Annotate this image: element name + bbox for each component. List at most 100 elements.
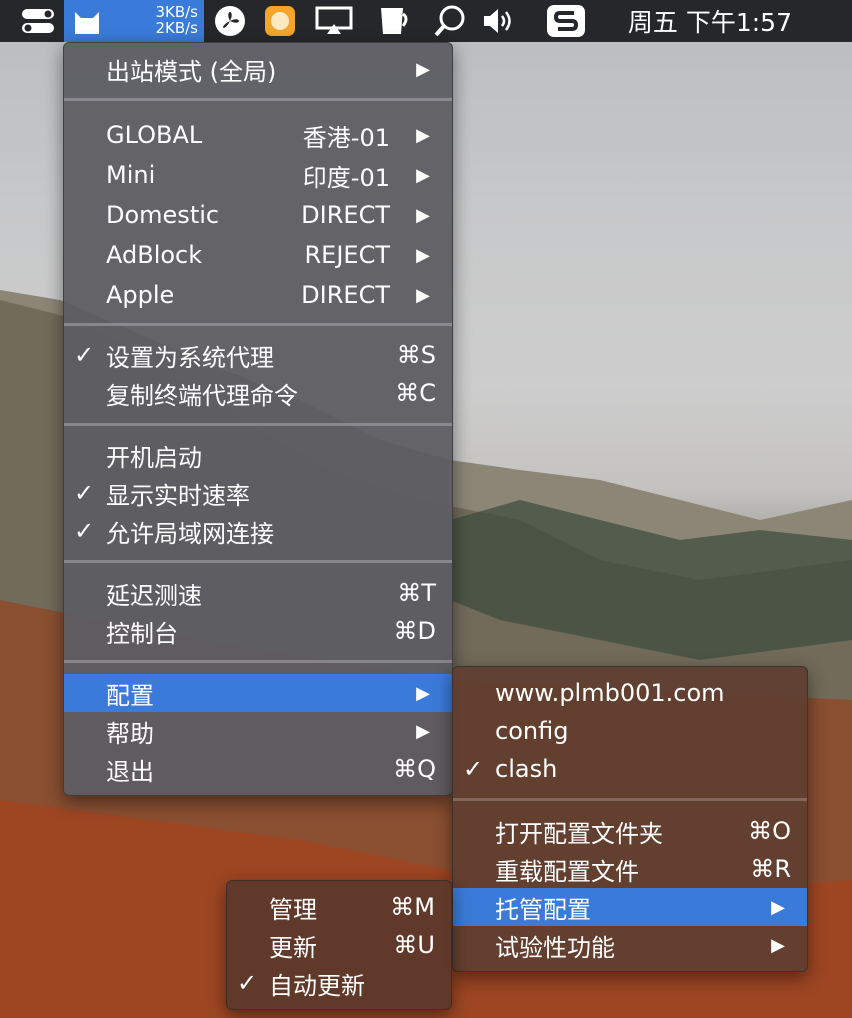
menubar-clock[interactable]: 周五 下午1:57 bbox=[628, 0, 792, 42]
separator bbox=[64, 98, 452, 101]
experimental-label: 试验性功能 bbox=[495, 933, 615, 962]
quit-label: 退出 bbox=[106, 757, 154, 786]
search-icon[interactable] bbox=[428, 0, 472, 42]
set-system-proxy-label: 设置为系统代理 bbox=[106, 343, 274, 372]
checkmark-icon: ✓ bbox=[74, 517, 95, 545]
profile-item[interactable]: config bbox=[453, 712, 807, 750]
menu-item-reload-config[interactable]: 重载配置文件 ⌘R bbox=[453, 850, 807, 888]
shortcut: ⌘M bbox=[390, 893, 435, 921]
clashx-main-menu: 出站模式 (全局) ▶ GLOBAL 香港-01 ▶ Mini 印度-01 ▶ … bbox=[63, 42, 453, 796]
menu-bar: 3KB/s 2KB/s 周五 下午1:57 bbox=[0, 0, 852, 42]
proxy-group-name: Apple bbox=[106, 281, 175, 309]
proxy-group-global[interactable]: GLOBAL 香港-01 ▶ bbox=[64, 116, 452, 154]
proxy-group-name: Mini bbox=[106, 161, 156, 189]
submenu-arrow-icon: ▶ bbox=[416, 720, 430, 742]
pitcher-icon[interactable] bbox=[370, 0, 414, 42]
proxy-group-selection: 印度-01 bbox=[302, 163, 390, 192]
open-config-folder-label: 打开配置文件夹 bbox=[495, 819, 663, 848]
submenu-arrow-icon: ▶ bbox=[416, 204, 430, 226]
menu-item-quit[interactable]: 退出 ⌘Q bbox=[64, 750, 452, 788]
menu-item-auto-update[interactable]: ✓ 自动更新 bbox=[227, 964, 451, 1002]
separator bbox=[64, 423, 452, 426]
proxy-group-name: AdBlock bbox=[106, 241, 203, 269]
menu-item-help[interactable]: 帮助 ▶ bbox=[64, 712, 452, 750]
proxy-group-name: GLOBAL bbox=[106, 121, 203, 149]
menu-item-manage[interactable]: 管理 ⌘M bbox=[227, 888, 451, 926]
shortcut: ⌘R bbox=[750, 855, 791, 883]
allow-lan-label: 允许局域网连接 bbox=[106, 519, 274, 548]
reload-config-label: 重载配置文件 bbox=[495, 857, 639, 886]
outbound-mode-label: 出站模式 (全局) bbox=[106, 57, 277, 86]
proxy-group-selection: DIRECT bbox=[301, 201, 390, 229]
copy-terminal-label: 复制终端代理命令 bbox=[106, 381, 298, 410]
proxy-group-adblock[interactable]: AdBlock REJECT ▶ bbox=[64, 236, 452, 274]
toggle-icon[interactable] bbox=[18, 0, 58, 42]
menu-item-latency-test[interactable]: 延迟测速 ⌘T bbox=[64, 574, 452, 612]
checkmark-icon: ✓ bbox=[74, 479, 95, 507]
menu-item-config[interactable]: 配置 ▶ bbox=[64, 674, 452, 712]
menu-item-set-system-proxy[interactable]: ✓ 设置为系统代理 ⌘S bbox=[64, 336, 452, 374]
separator bbox=[64, 660, 452, 663]
menu-item-dashboard[interactable]: 控制台 ⌘D bbox=[64, 612, 452, 650]
shortcut: ⌘C bbox=[395, 379, 436, 407]
submenu-arrow-icon: ▶ bbox=[416, 244, 430, 266]
volume-icon[interactable] bbox=[480, 0, 520, 42]
managed-config-submenu: 管理 ⌘M 更新 ⌘U ✓ 自动更新 bbox=[226, 880, 452, 1010]
update-label: 更新 bbox=[269, 933, 317, 962]
menu-item-experimental[interactable]: 试验性功能 ▶ bbox=[453, 926, 807, 964]
checkmark-icon: ✓ bbox=[237, 969, 258, 997]
profile-label: clash bbox=[495, 755, 558, 783]
checkmark-icon: ✓ bbox=[463, 755, 484, 783]
menu-item-update[interactable]: 更新 ⌘U bbox=[227, 926, 451, 964]
menu-item-managed-config[interactable]: 托管配置 ▶ bbox=[453, 888, 807, 926]
proxy-group-selection: DIRECT bbox=[301, 281, 390, 309]
submenu-arrow-icon: ▶ bbox=[416, 124, 430, 146]
config-label: 配置 bbox=[106, 681, 154, 710]
menu-item-copy-terminal-command[interactable]: 复制终端代理命令 ⌘C bbox=[64, 374, 452, 412]
shortcut: ⌘Q bbox=[393, 755, 436, 783]
dashboard-label: 控制台 bbox=[106, 619, 178, 648]
profile-item[interactable]: ✓ clash bbox=[453, 750, 807, 788]
separator bbox=[64, 323, 452, 326]
menu-item-allow-lan[interactable]: ✓ 允许局域网连接 bbox=[64, 512, 452, 550]
menu-item-launch-at-login[interactable]: 开机启动 bbox=[64, 436, 452, 474]
submenu-arrow-icon: ▶ bbox=[416, 58, 430, 80]
clashx-status-item[interactable]: 3KB/s 2KB/s bbox=[64, 0, 204, 42]
proxy-group-selection: REJECT bbox=[304, 241, 391, 269]
proxy-group-mini[interactable]: Mini 印度-01 ▶ bbox=[64, 156, 452, 194]
menu-item-outbound-mode[interactable]: 出站模式 (全局) ▶ bbox=[64, 50, 452, 88]
help-label: 帮助 bbox=[106, 719, 154, 748]
cat-icon bbox=[72, 6, 102, 40]
input-method-icon[interactable] bbox=[544, 0, 588, 42]
profile-label: www.plmb001.com bbox=[495, 679, 725, 707]
shortcut: ⌘S bbox=[396, 341, 436, 369]
shortcut: ⌘D bbox=[393, 617, 436, 645]
submenu-arrow-icon: ▶ bbox=[416, 164, 430, 186]
menu-item-show-speed[interactable]: ✓ 显示实时速率 bbox=[64, 474, 452, 512]
app-icon[interactable] bbox=[260, 0, 300, 42]
fan-icon[interactable] bbox=[210, 0, 250, 42]
separator bbox=[64, 560, 452, 563]
proxy-group-domestic[interactable]: Domestic DIRECT ▶ bbox=[64, 196, 452, 234]
submenu-arrow-icon: ▶ bbox=[771, 934, 785, 956]
download-speed: 2KB/s bbox=[155, 19, 198, 37]
profile-item[interactable]: www.plmb001.com bbox=[453, 674, 807, 712]
shortcut: ⌘T bbox=[397, 579, 436, 607]
airplay-icon[interactable] bbox=[312, 0, 356, 42]
shortcut: ⌘U bbox=[393, 931, 435, 959]
proxy-group-apple[interactable]: Apple DIRECT ▶ bbox=[64, 276, 452, 314]
proxy-group-name: Domestic bbox=[106, 201, 220, 229]
submenu-arrow-icon: ▶ bbox=[416, 284, 430, 306]
manage-label: 管理 bbox=[269, 895, 317, 924]
launch-at-login-label: 开机启动 bbox=[106, 443, 202, 472]
proxy-group-selection: 香港-01 bbox=[302, 123, 390, 152]
show-speed-label: 显示实时速率 bbox=[106, 481, 250, 510]
auto-update-label: 自动更新 bbox=[269, 971, 365, 1000]
managed-config-label: 托管配置 bbox=[495, 895, 591, 924]
submenu-arrow-icon: ▶ bbox=[416, 682, 430, 704]
upload-speed: 3KB/s bbox=[155, 3, 198, 21]
shortcut: ⌘O bbox=[748, 817, 791, 845]
latency-test-label: 延迟测速 bbox=[106, 581, 202, 610]
network-speed: 3KB/s 2KB/s bbox=[155, 4, 198, 36]
menu-item-open-config-folder[interactable]: 打开配置文件夹 ⌘O bbox=[453, 812, 807, 850]
